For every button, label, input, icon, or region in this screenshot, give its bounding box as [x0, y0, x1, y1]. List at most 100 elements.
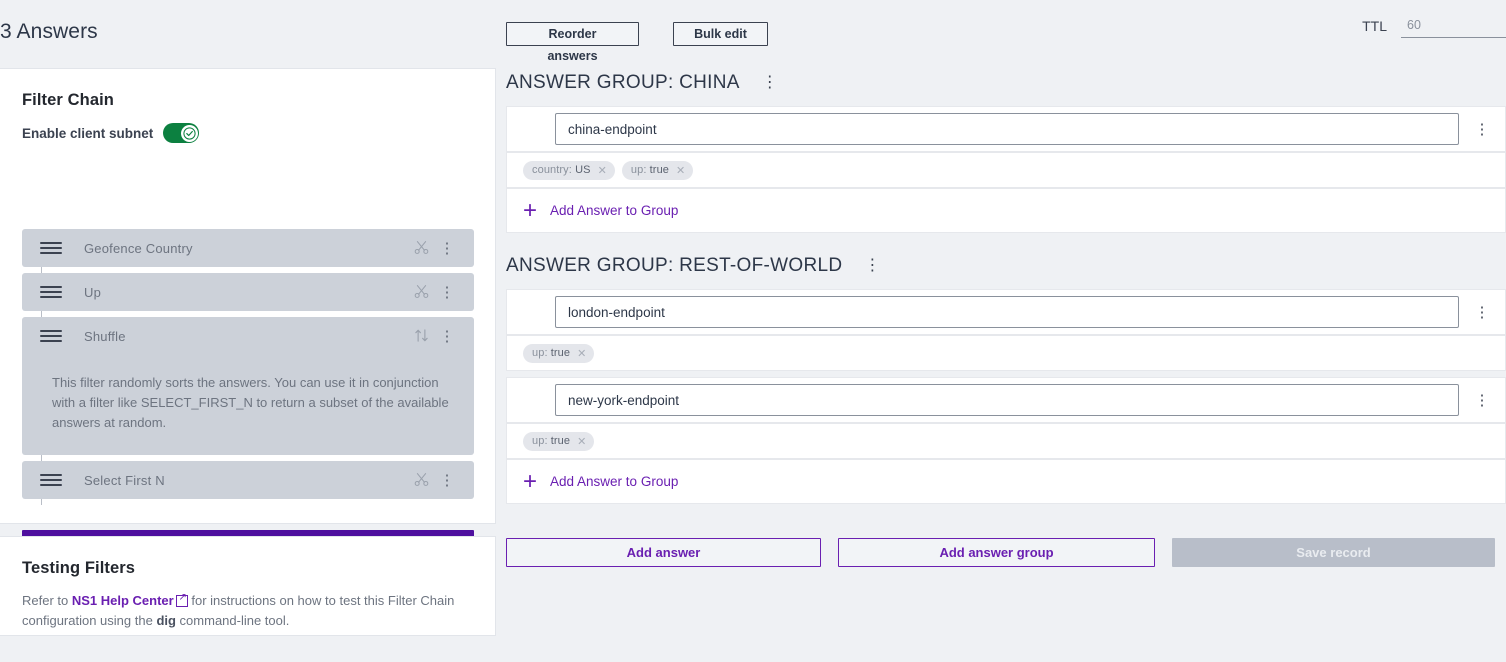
external-link-icon[interactable] — [175, 592, 189, 607]
filter-chain-card: Filter Chain Enable client subnet Geofen… — [0, 68, 496, 582]
meta-chip-up[interactable]: up: true ✕ — [523, 431, 595, 451]
chip-key: up — [532, 435, 545, 447]
meta-chip-country[interactable]: country: US ✕ — [523, 160, 615, 180]
check-icon — [183, 126, 196, 140]
testing-filters-card: Testing Filters Refer to NS1 Help Center… — [0, 536, 496, 636]
filter-item-shuffle[interactable]: Shuffle ⋮ This filter randomly sorts the… — [22, 317, 474, 456]
filter-item-label: Select First N — [84, 472, 165, 488]
kebab-menu-icon[interactable]: ⋮ — [1459, 305, 1505, 320]
filter-item-header: Select First N ⋮ — [22, 461, 474, 499]
sort-arrows-icon[interactable] — [408, 328, 434, 345]
save-record-button[interactable]: Save record — [1172, 538, 1495, 567]
filter-item-header: Up ⋮ — [22, 273, 474, 311]
close-icon[interactable]: ✕ — [577, 435, 586, 448]
answer-input[interactable] — [555, 384, 1459, 416]
add-answer-to-group-button[interactable]: + Add Answer to Group — [506, 188, 1506, 233]
testing-filters-title: Testing Filters — [22, 559, 136, 577]
answer-group-title: ANSWER GROUP: REST-OF-WORLD — [506, 255, 843, 276]
add-answer-button[interactable]: Add answer — [506, 538, 821, 567]
enable-client-subnet-row: Enable client subnet — [22, 123, 200, 143]
bulk-edit-button[interactable]: Bulk edit — [673, 22, 768, 46]
right-panel: Reorder answers Bulk edit TTL ANSWER GRO… — [506, 0, 1506, 662]
meta-chip-up[interactable]: up: true ✕ — [621, 160, 694, 180]
close-icon[interactable]: ✕ — [598, 164, 607, 177]
filter-item-label: Shuffle — [84, 328, 126, 344]
note-dig-keyword: dig — [156, 612, 176, 628]
toggle-knob — [180, 124, 198, 142]
plus-icon: + — [523, 196, 538, 224]
chip-text: up: true — [532, 435, 571, 447]
drag-handle-icon[interactable] — [40, 242, 62, 254]
drag-handle-icon[interactable] — [40, 474, 62, 487]
answer-meta-row: up: true ✕ — [506, 335, 1506, 371]
answer-group-title: ANSWER GROUP: CHINA — [506, 72, 740, 93]
filter-chain-list: Geofence Country ⋮ Up ⋮ Shuffle ⋮ This f… — [22, 229, 474, 506]
add-answer-to-group-label: Add Answer to Group — [550, 474, 679, 489]
reorder-answers-button[interactable]: Reorder answers — [506, 22, 639, 63]
record-actions: Add answer Add answer group Save record — [506, 538, 1495, 567]
ns1-help-center-link[interactable]: NS1 Help Center — [72, 593, 174, 608]
answer-row: ⋮ — [506, 377, 1506, 423]
answer-list: ⋮ country: US ✕ up: true ✕ + Add Answer … — [506, 106, 1506, 233]
add-answer-to-group-button[interactable]: + Add Answer to Group — [506, 459, 1506, 504]
answer-input[interactable] — [555, 113, 1459, 145]
chip-value: true — [550, 435, 571, 447]
testing-filters-note: Refer to NS1 Help Center for instruction… — [22, 591, 473, 630]
filter-item-label: Geofence Country — [84, 240, 193, 256]
answer-group-rest-of-world: ANSWER GROUP: REST-OF-WORLD ⋮ ⋮ up: true… — [506, 255, 1506, 504]
scissors-icon[interactable] — [408, 240, 434, 257]
drag-handle-icon[interactable] — [40, 330, 62, 342]
kebab-menu-icon[interactable]: ⋮ — [864, 258, 880, 274]
chip-text: up: true — [532, 347, 571, 359]
filter-item-label: Up — [84, 284, 102, 300]
answer-meta-row: up: true ✕ — [506, 423, 1506, 459]
chip-value: US — [575, 164, 591, 176]
filter-item-up[interactable]: Up ⋮ — [22, 273, 474, 311]
enable-client-subnet-label: Enable client subnet — [22, 125, 154, 141]
chip-text: country: US — [532, 164, 591, 176]
plus-icon: + — [523, 467, 538, 495]
kebab-menu-icon[interactable]: ⋮ — [434, 329, 460, 344]
left-panel: 3 Answers Filter Chain Enable client sub… — [0, 0, 496, 662]
chip-key: up — [532, 347, 545, 359]
ttl-field-group: TTL — [1362, 18, 1506, 38]
answer-group-china: ANSWER GROUP: CHINA ⋮ ⋮ country: US ✕ up… — [506, 72, 1506, 233]
kebab-menu-icon[interactable]: ⋮ — [762, 75, 778, 91]
answer-list: ⋮ up: true ✕ ⋮ up: true ✕ — [506, 289, 1506, 504]
answers-count-heading: 3 Answers — [0, 20, 98, 43]
answer-group-title-row: ANSWER GROUP: REST-OF-WORLD ⋮ — [506, 255, 1506, 277]
answers-toolbar: Reorder answers Bulk edit — [506, 22, 768, 63]
filter-item-geofence-country[interactable]: Geofence Country ⋮ — [22, 229, 474, 267]
kebab-menu-icon[interactable]: ⋮ — [1459, 393, 1505, 408]
record-editor-page: 3 Answers Filter Chain Enable client sub… — [0, 0, 1506, 662]
chip-value: true — [649, 164, 670, 176]
kebab-menu-icon[interactable]: ⋮ — [434, 473, 460, 488]
drag-handle-icon[interactable] — [40, 286, 62, 298]
chip-text: up: true — [630, 164, 670, 176]
answer-meta-row: country: US ✕ up: true ✕ — [506, 152, 1506, 188]
answer-input[interactable] — [555, 296, 1459, 328]
chip-key: country — [532, 164, 569, 176]
add-answer-group-button[interactable]: Add answer group — [838, 538, 1155, 567]
close-icon[interactable]: ✕ — [577, 347, 586, 360]
meta-chip-up[interactable]: up: true ✕ — [523, 343, 595, 363]
note-suffix: command-line tool. — [175, 612, 290, 628]
enable-client-subnet-toggle[interactable] — [163, 123, 200, 143]
ttl-input[interactable] — [1401, 18, 1506, 38]
filter-item-select-first-n[interactable]: Select First N ⋮ — [22, 461, 474, 500]
kebab-menu-icon[interactable]: ⋮ — [1459, 122, 1505, 137]
scissors-icon[interactable] — [408, 472, 434, 489]
chip-value: true — [550, 347, 571, 359]
close-icon[interactable]: ✕ — [676, 164, 685, 177]
add-answer-to-group-label: Add Answer to Group — [550, 203, 679, 218]
chip-key: up — [630, 164, 644, 176]
kebab-menu-icon[interactable]: ⋮ — [434, 285, 460, 300]
filter-chain-title: Filter Chain — [22, 91, 114, 109]
ttl-label: TTL — [1362, 18, 1387, 34]
filter-item-description: This filter randomly sorts the answers. … — [52, 375, 449, 431]
scissors-icon[interactable] — [408, 284, 434, 301]
note-prefix: Refer to — [22, 593, 72, 608]
filter-item-header: Geofence Country ⋮ — [22, 229, 474, 267]
kebab-menu-icon[interactable]: ⋮ — [434, 241, 460, 256]
answer-group-title-row: ANSWER GROUP: CHINA ⋮ — [506, 72, 1506, 94]
